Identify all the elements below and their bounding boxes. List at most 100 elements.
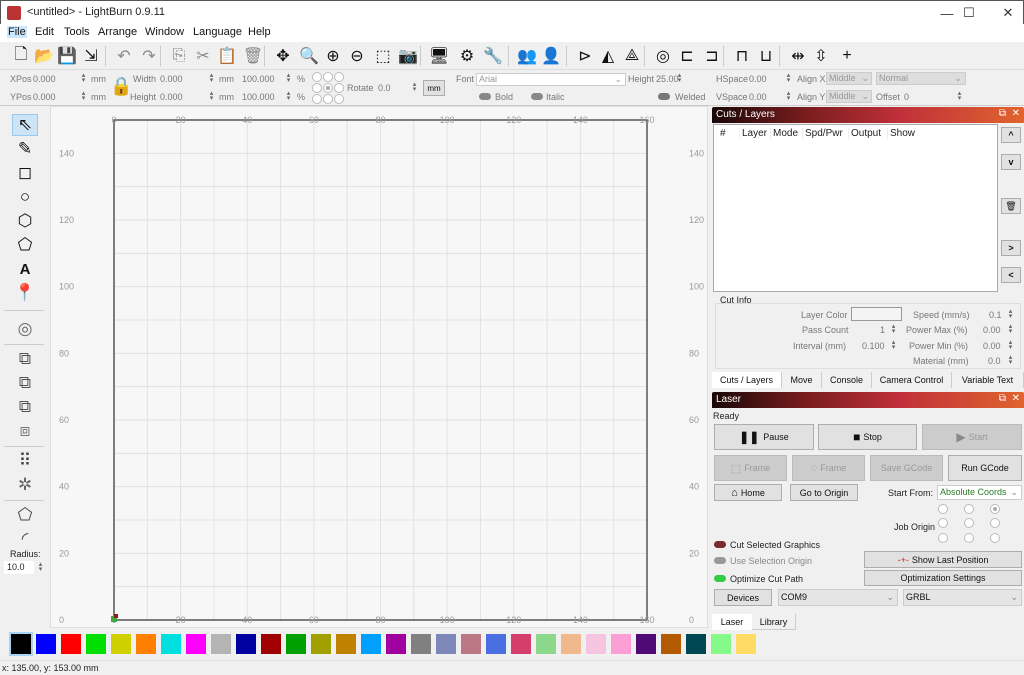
paste-icon[interactable]: 📋: [216, 45, 238, 67]
alignx-select[interactable]: Middle ⌄: [826, 72, 872, 85]
import-icon[interactable]: ⇲: [80, 45, 102, 67]
edit-nodes-tool[interactable]: ⬠: [12, 234, 38, 256]
rotate-spinner[interactable]: ▴ ▾: [410, 81, 419, 93]
monitor-icon[interactable]: 🖥: [428, 45, 450, 67]
hspace-spinner[interactable]: ▴ ▾: [784, 72, 793, 84]
save-gcode-button[interactable]: Save GCode: [870, 455, 943, 481]
color-swatch[interactable]: [86, 634, 106, 654]
camera-icon[interactable]: 📷: [397, 45, 419, 67]
scale-height-value[interactable]: 100.000: [242, 92, 275, 102]
distribute-h-icon[interactable]: ⇹: [787, 45, 809, 67]
settings-icon[interactable]: ⚙: [456, 45, 478, 67]
anchor-point[interactable]: [334, 94, 344, 104]
save-icon[interactable]: 💾: [56, 45, 78, 67]
mirror-v-icon[interactable]: ◭: [597, 45, 619, 67]
home-button[interactable]: ⌂ Home: [714, 484, 782, 501]
offset-tool[interactable]: ◎: [12, 318, 38, 340]
color-swatch[interactable]: [9, 632, 33, 656]
copy-icon[interactable]: ⎘: [168, 45, 190, 67]
color-swatch[interactable]: [161, 634, 181, 654]
group-icon[interactable]: 👥: [516, 45, 538, 67]
stop-button[interactable]: ■ Stop: [818, 424, 917, 450]
rectangle-tool[interactable]: ◻: [12, 162, 38, 184]
column-header[interactable]: #: [718, 128, 740, 139]
job-origin-radio[interactable]: [964, 504, 974, 514]
port-select[interactable]: COM9 ⌄: [778, 589, 898, 606]
text-tool[interactable]: A: [12, 258, 38, 280]
ypos-value[interactable]: 0.000: [33, 92, 56, 102]
flip-icon[interactable]: ⟁: [621, 45, 643, 67]
vspace-value[interactable]: 0.00: [749, 92, 767, 102]
menu-tools[interactable]: Tools: [64, 26, 90, 38]
speed-spinner[interactable]: ▴ ▾: [1006, 308, 1015, 320]
boolean-intersect-tool[interactable]: ⧉: [12, 396, 38, 418]
anchor-point[interactable]: [312, 94, 322, 104]
run-gcode-button[interactable]: Run GCode: [948, 455, 1022, 481]
color-swatch[interactable]: [461, 634, 481, 654]
job-origin-radio[interactable]: [990, 504, 1000, 514]
ungroup-icon[interactable]: 👤: [540, 45, 562, 67]
pause-button[interactable]: ❚❚ Pause: [714, 424, 814, 450]
width-spinner[interactable]: ▴ ▾: [207, 72, 216, 84]
color-swatch[interactable]: [211, 634, 231, 654]
radius-input[interactable]: 10.0: [4, 561, 34, 574]
column-header[interactable]: Layer: [740, 128, 771, 139]
hspace-value[interactable]: 0.00: [749, 74, 767, 84]
start-from-select[interactable]: Absolute Coords ⌄: [937, 485, 1022, 500]
grid-array-tool[interactable]: ⠿: [12, 450, 38, 472]
power-min-value[interactable]: 0.00: [983, 341, 1001, 351]
tab-console[interactable]: Console: [822, 372, 872, 388]
zoom-to-frame-icon[interactable]: 🔍: [298, 45, 320, 67]
maximize-button[interactable]: ☐: [947, 1, 991, 25]
color-swatch[interactable]: [611, 634, 631, 654]
menu-window[interactable]: Window: [145, 26, 184, 38]
interval-value[interactable]: 0.100: [862, 341, 885, 351]
center-icon[interactable]: ◎: [652, 45, 674, 67]
color-swatch[interactable]: [336, 634, 356, 654]
column-header[interactable]: Show: [888, 128, 918, 139]
anchor-point[interactable]: [334, 72, 344, 82]
aligny-select[interactable]: Middle ⌄: [826, 90, 872, 103]
move-layer-up-button[interactable]: ^: [1001, 127, 1021, 143]
column-header[interactable]: Mode: [771, 128, 803, 139]
devices-button[interactable]: Devices: [714, 589, 772, 606]
align-bottom-icon[interactable]: ⊔: [755, 45, 777, 67]
job-origin-radio[interactable]: [964, 518, 974, 529]
start-button[interactable]: ▶ Start: [922, 424, 1022, 450]
column-header[interactable]: Output: [849, 128, 888, 139]
tab-move[interactable]: Move: [782, 372, 822, 388]
align-top-icon[interactable]: ⊓: [731, 45, 753, 67]
font-select[interactable]: Arial ⌄: [476, 73, 626, 86]
bold-toggle[interactable]: [479, 93, 491, 100]
unit-toggle-button[interactable]: mm: [423, 80, 445, 96]
color-swatch[interactable]: [236, 634, 256, 654]
polygon-tool[interactable]: ⬡: [12, 210, 38, 232]
draw-lines-tool[interactable]: ✎: [12, 138, 38, 160]
zoom-selection-icon[interactable]: ⬚: [372, 45, 394, 67]
collapse-button[interactable]: <: [1001, 267, 1021, 283]
delete-layer-button[interactable]: 🗑: [1001, 198, 1021, 214]
color-swatch[interactable]: [736, 634, 756, 654]
distribute-v-icon[interactable]: ⇳: [810, 45, 832, 67]
material-value[interactable]: 0.0: [988, 356, 1001, 366]
rotate-value[interactable]: 0.0: [378, 83, 391, 93]
color-swatch[interactable]: [36, 634, 56, 654]
menu-language[interactable]: Language: [193, 26, 242, 38]
color-swatch[interactable]: [286, 634, 306, 654]
job-origin-radio[interactable]: [938, 504, 948, 514]
job-origin-radio[interactable]: [990, 532, 1000, 543]
float-icon[interactable]: ⧉: [999, 108, 1006, 119]
color-swatch[interactable]: [661, 634, 681, 654]
job-origin-radio[interactable]: [938, 532, 948, 543]
color-swatch[interactable]: [411, 634, 431, 654]
job-origin-grid[interactable]: [938, 504, 1018, 544]
color-swatch[interactable]: [361, 634, 381, 654]
optimize-cut-path-toggle[interactable]: [714, 575, 726, 582]
radius-spinner[interactable]: ▴ ▾: [36, 561, 45, 573]
convert-to-path-tool[interactable]: ⬠: [12, 504, 38, 526]
mirror-h-icon[interactable]: ⊳: [574, 45, 596, 67]
color-swatch[interactable]: [561, 634, 581, 654]
pass-count-value[interactable]: 1: [880, 325, 885, 335]
tools-icon[interactable]: 🔧: [482, 45, 504, 67]
power-min-spinner[interactable]: ▴ ▾: [1006, 339, 1015, 351]
